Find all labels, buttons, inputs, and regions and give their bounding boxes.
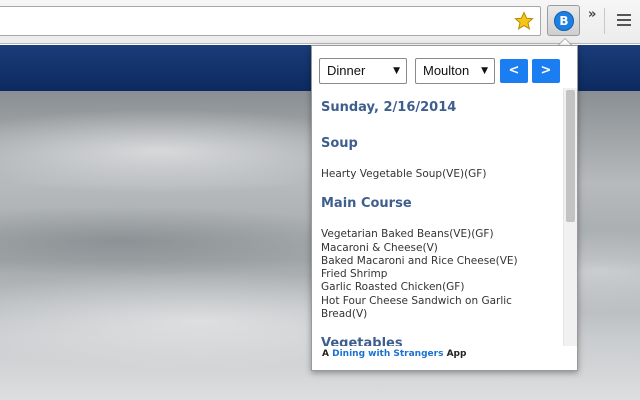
meal-select-value: Dinner [327, 63, 366, 78]
scrollbar[interactable] [563, 88, 577, 346]
section-title-vegetables: Vegetables [321, 336, 403, 346]
dining-hall-select[interactable]: Moulton ▼ [415, 58, 495, 84]
menu-item: Baked Macaroni and Rice Cheese(VE) [321, 254, 518, 267]
menu-item: Macaroni & Cheese(V) [321, 241, 438, 254]
hamburger-icon[interactable] [617, 14, 631, 28]
browser-toolbar: B » [0, 0, 640, 44]
menu-item: Hearty Vegetable Soup(VE)(GF) [321, 168, 487, 180]
dining-hall-select-value: Moulton [423, 63, 470, 78]
menu-date: Sunday, 2/16/2014 [321, 100, 457, 115]
meal-select[interactable]: Dinner ▼ [319, 58, 407, 84]
section-title-soup: Soup [321, 136, 358, 151]
extension-button[interactable]: B [547, 5, 580, 36]
menu-item: Garlic Roasted Chicken(GF) [321, 281, 465, 294]
previous-day-button[interactable]: < [500, 59, 528, 83]
section-items-soup: Hearty Vegetable Soup(VE)(GF) [321, 168, 561, 181]
overflow-chevron-icon[interactable]: » [588, 7, 596, 22]
chevron-down-icon: ▼ [481, 66, 488, 76]
footer-suffix: App [446, 349, 467, 359]
next-day-button[interactable]: > [532, 59, 560, 83]
section-items-main-course: Vegetarian Baked Beans(VE)(GF) Macaroni … [321, 228, 561, 321]
address-bar[interactable] [0, 6, 541, 36]
extension-logo-icon: B [554, 11, 574, 31]
footer-credit: A Dining with Strangers App [322, 349, 466, 359]
menu-popup: Dinner ▼ Moulton ▼ < > Sunday, 2/16/2014… [311, 45, 578, 371]
footer-prefix: A [322, 349, 329, 359]
menu-content[interactable]: Sunday, 2/16/2014 Soup Hearty Vegetable … [321, 94, 561, 346]
section-title-main-course: Main Course [321, 196, 412, 212]
menu-item: Bread(V) [321, 308, 368, 321]
dining-with-strangers-link[interactable]: Dining with Strangers [332, 349, 443, 359]
menu-item: Hot Four Cheese Sandwich on Garlic [321, 294, 512, 307]
menu-item: Vegetarian Baked Beans(VE)(GF) [321, 228, 494, 241]
star-icon[interactable] [514, 11, 534, 31]
chevron-down-icon: ▼ [393, 66, 400, 76]
menu-item: Fried Shrimp [321, 268, 388, 281]
toolbar-divider [604, 8, 605, 34]
scrollbar-thumb[interactable] [566, 90, 575, 222]
